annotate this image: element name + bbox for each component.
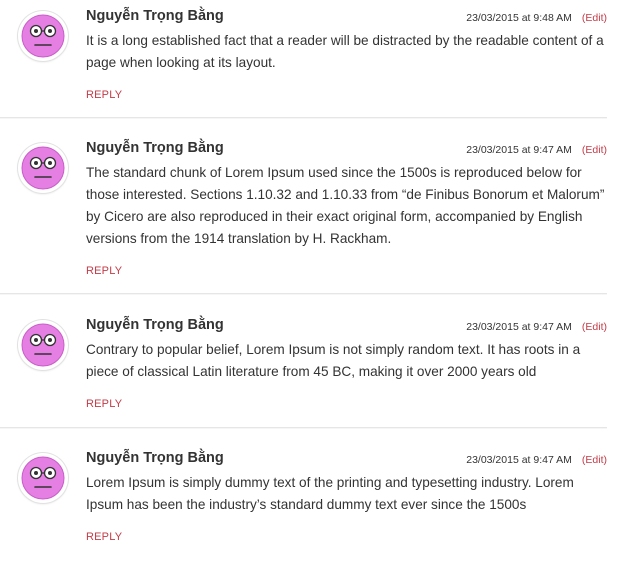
comment-meta: 23/03/2015 at 9:47 AM (Edit) (466, 454, 607, 466)
avatar[interactable] (18, 453, 68, 503)
reply-link[interactable]: REPLY (86, 265, 122, 277)
avatar[interactable] (18, 320, 68, 370)
comment-item: Nguyễn Trọng Bằng 23/03/2015 at 9:47 AM (… (0, 442, 607, 565)
comment-meta: 23/03/2015 at 9:47 AM (Edit) (466, 321, 607, 333)
face-glasses-icon (21, 146, 65, 190)
comment-author: Nguyễn Trọng Bằng (86, 8, 224, 24)
face-glasses-icon (21, 14, 65, 58)
edit-link[interactable]: (Edit) (582, 12, 607, 24)
comment-timestamp: 23/03/2015 at 9:47 AM (466, 454, 572, 466)
comment-author: Nguyễn Trọng Bằng (86, 317, 224, 333)
comment-text: The standard chunk of Lorem Ipsum used s… (86, 165, 605, 246)
comment-timestamp: 23/03/2015 at 9:48 AM (466, 12, 572, 24)
face-glasses-icon (21, 456, 65, 500)
comment-timestamp: 23/03/2015 at 9:47 AM (466, 321, 572, 333)
comment-list: Nguyễn Trọng Bằng 23/03/2015 at 9:48 AM (… (0, 0, 626, 565)
edit-link[interactable]: (Edit) (582, 321, 607, 333)
comment-item: Nguyễn Trọng Bằng 23/03/2015 at 9:47 AM (… (0, 132, 607, 294)
reply-link[interactable]: REPLY (86, 398, 122, 410)
comment-item: Nguyễn Trọng Bằng 23/03/2015 at 9:48 AM (… (0, 0, 607, 118)
reply-link[interactable]: REPLY (86, 531, 122, 543)
comment-author: Nguyễn Trọng Bằng (86, 140, 224, 156)
comment-timestamp: 23/03/2015 at 9:47 AM (466, 144, 572, 156)
face-glasses-icon (21, 323, 65, 367)
edit-link[interactable]: (Edit) (582, 454, 607, 466)
avatar[interactable] (18, 11, 68, 61)
comment-text: Contrary to popular belief, Lorem Ipsum … (86, 342, 581, 379)
comment-meta: 23/03/2015 at 9:47 AM (Edit) (466, 144, 607, 156)
edit-link[interactable]: (Edit) (582, 144, 607, 156)
reply-link[interactable]: REPLY (86, 89, 122, 101)
comment-author: Nguyễn Trọng Bằng (86, 450, 224, 466)
comment-meta: 23/03/2015 at 9:48 AM (Edit) (466, 12, 607, 24)
comment-item: Nguyễn Trọng Bằng 23/03/2015 at 9:47 AM (… (0, 309, 607, 428)
comment-text: It is a long established fact that a rea… (86, 33, 604, 70)
comment-text: Lorem Ipsum is simply dummy text of the … (86, 475, 574, 512)
avatar[interactable] (18, 143, 68, 193)
